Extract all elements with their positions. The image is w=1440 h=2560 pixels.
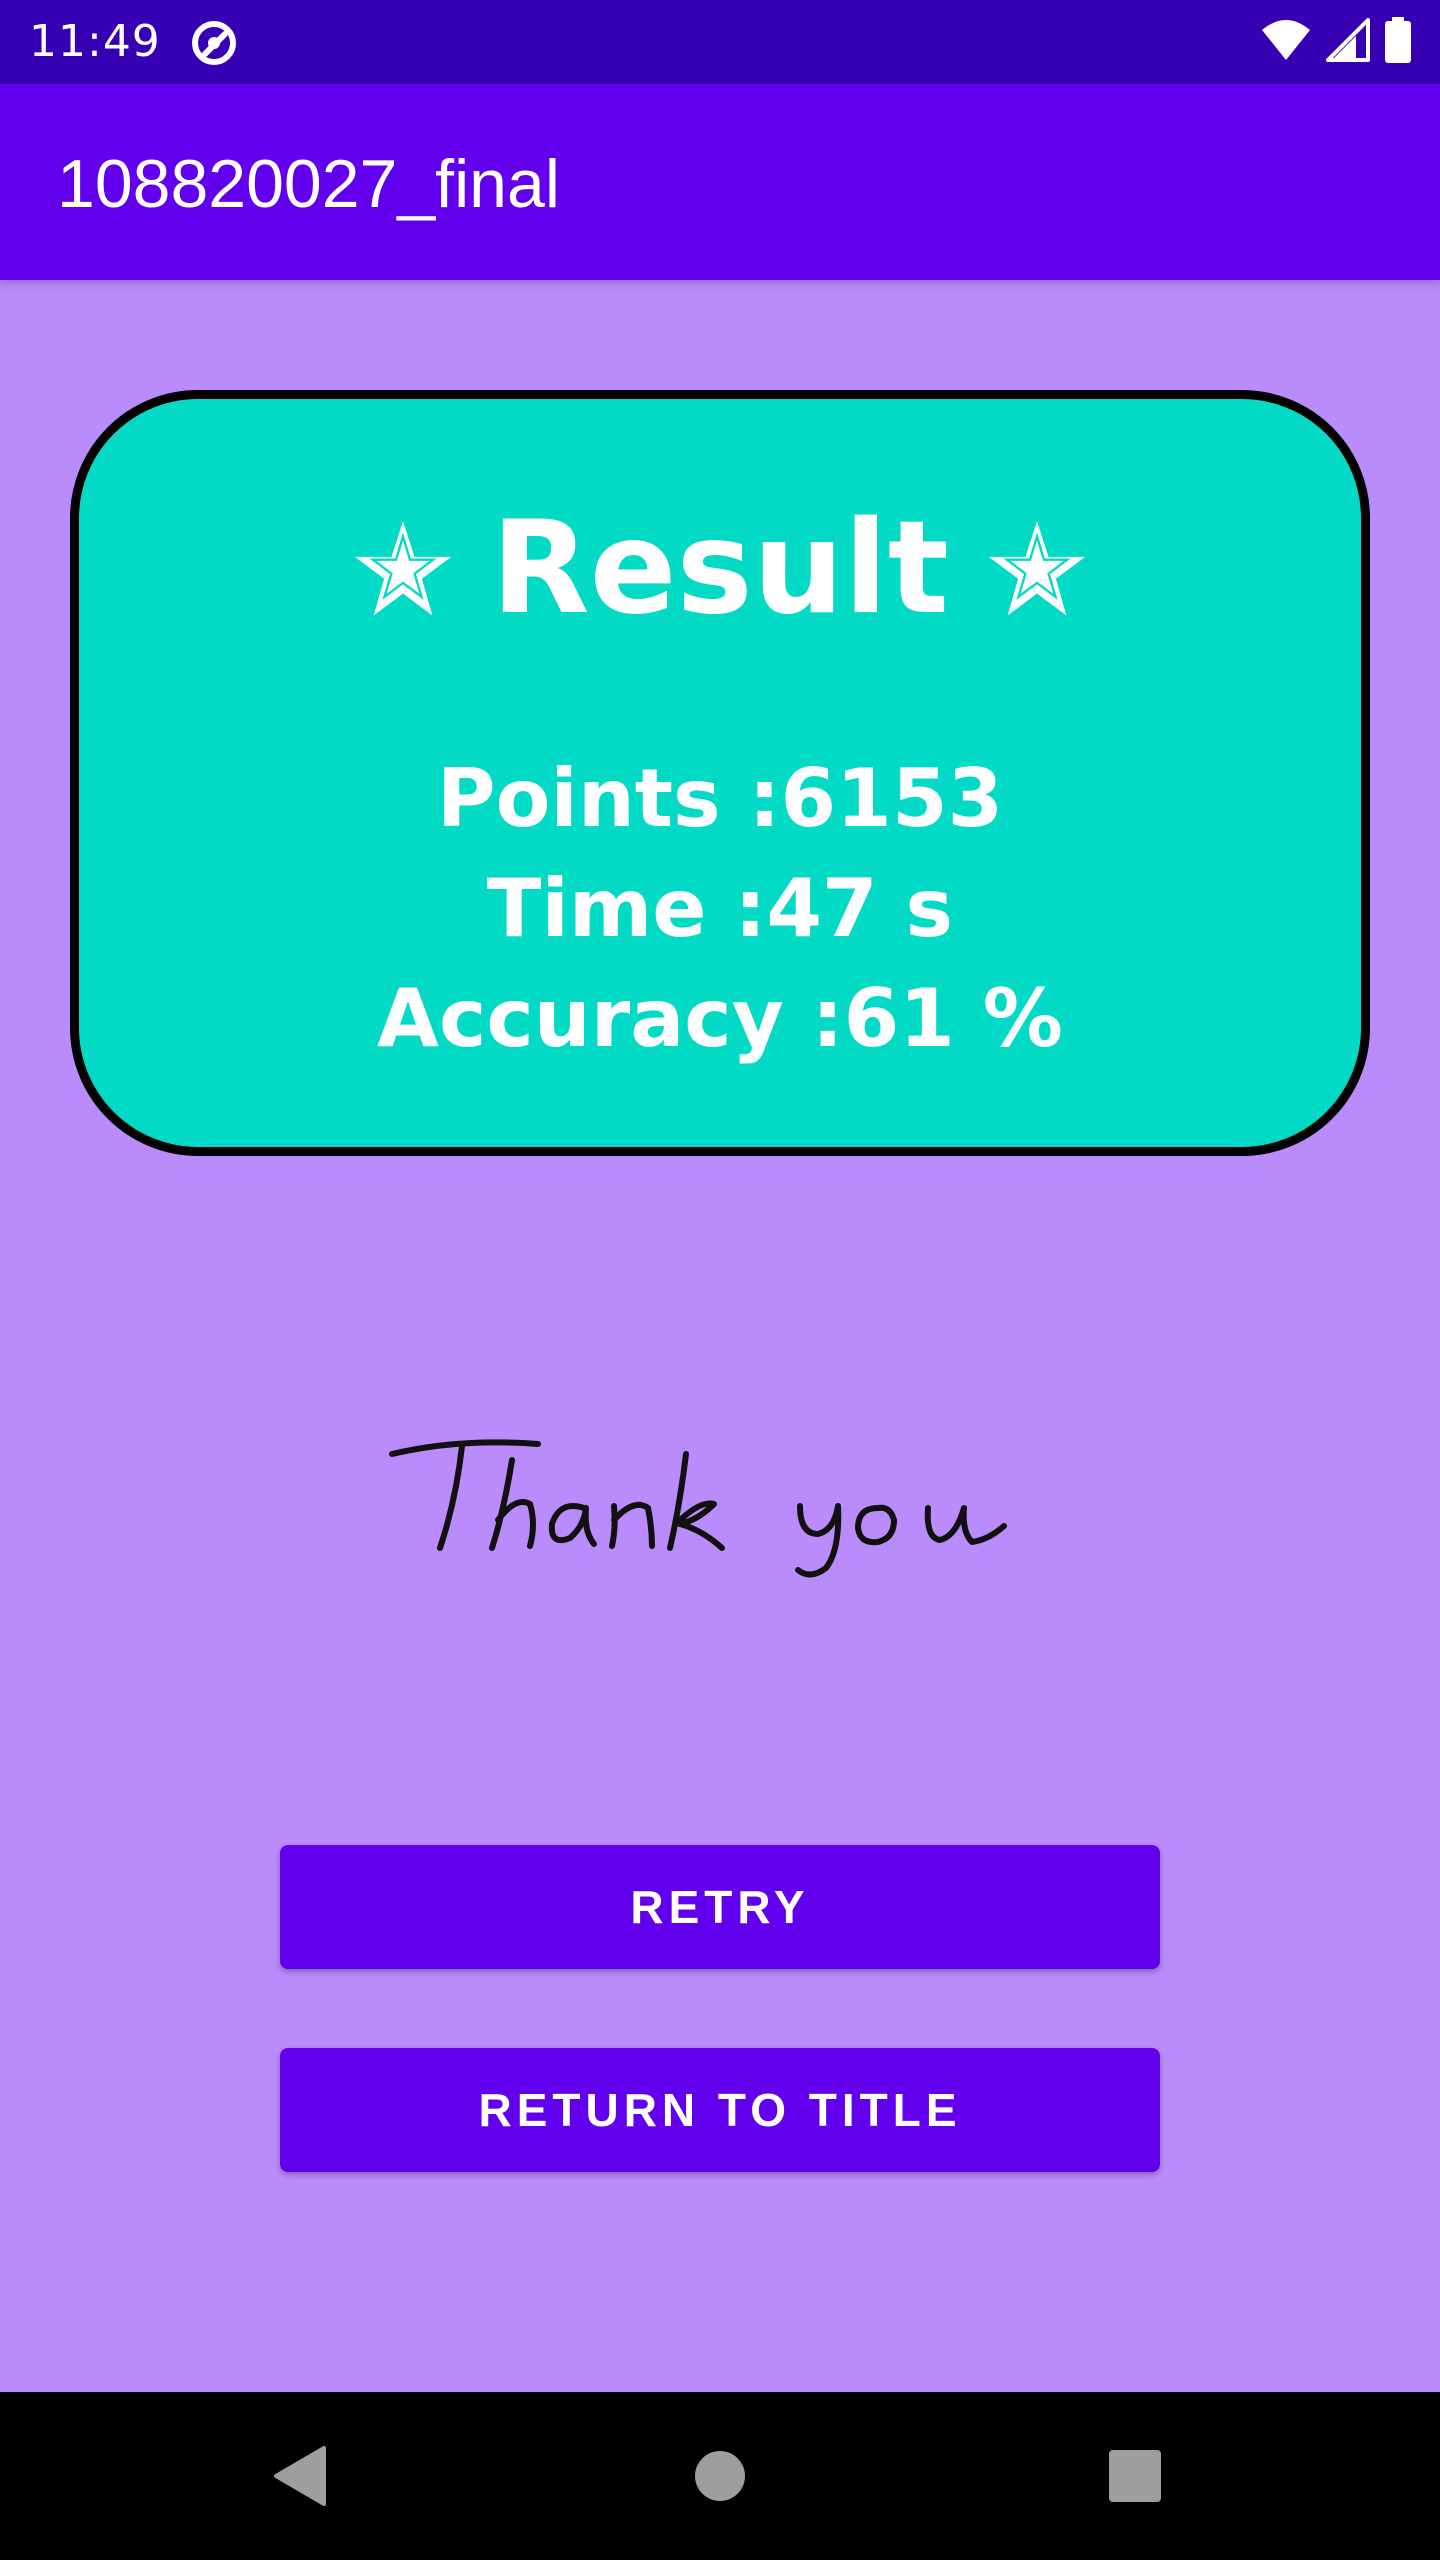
app-title: 108820027_final	[57, 146, 560, 222]
time-text: Time :47 s	[486, 862, 954, 955]
star-icon	[345, 511, 462, 627]
app-bar: 108820027_final	[0, 84, 1440, 280]
navigation-bar	[0, 2392, 1440, 2560]
battery-icon	[1384, 16, 1412, 68]
app-notification-icon	[188, 17, 240, 69]
result-heading: Result	[79, 499, 1361, 639]
result-card: Result Points :6153 Time :47 s Accuracy …	[70, 390, 1370, 1156]
wifi-icon	[1260, 18, 1312, 67]
status-icons	[1260, 14, 1412, 70]
cellular-signal-icon	[1326, 17, 1370, 67]
points-text: Points :6153	[436, 752, 1004, 845]
home-icon[interactable]	[678, 2434, 762, 2518]
return-to-title-button[interactable]: RETURN TO TITLE	[280, 2048, 1160, 2172]
star-icon	[978, 511, 1095, 627]
thank-you-image	[380, 1420, 1060, 1580]
status-bar: 11:49	[0, 0, 1440, 84]
accuracy-text: Accuracy :61 %	[377, 972, 1063, 1065]
recents-icon[interactable]	[1093, 2434, 1177, 2518]
back-icon[interactable]	[258, 2434, 342, 2518]
status-time: 11:49	[29, 16, 161, 67]
result-title: Result	[491, 494, 949, 643]
retry-button[interactable]: RETRY	[280, 1845, 1160, 1969]
